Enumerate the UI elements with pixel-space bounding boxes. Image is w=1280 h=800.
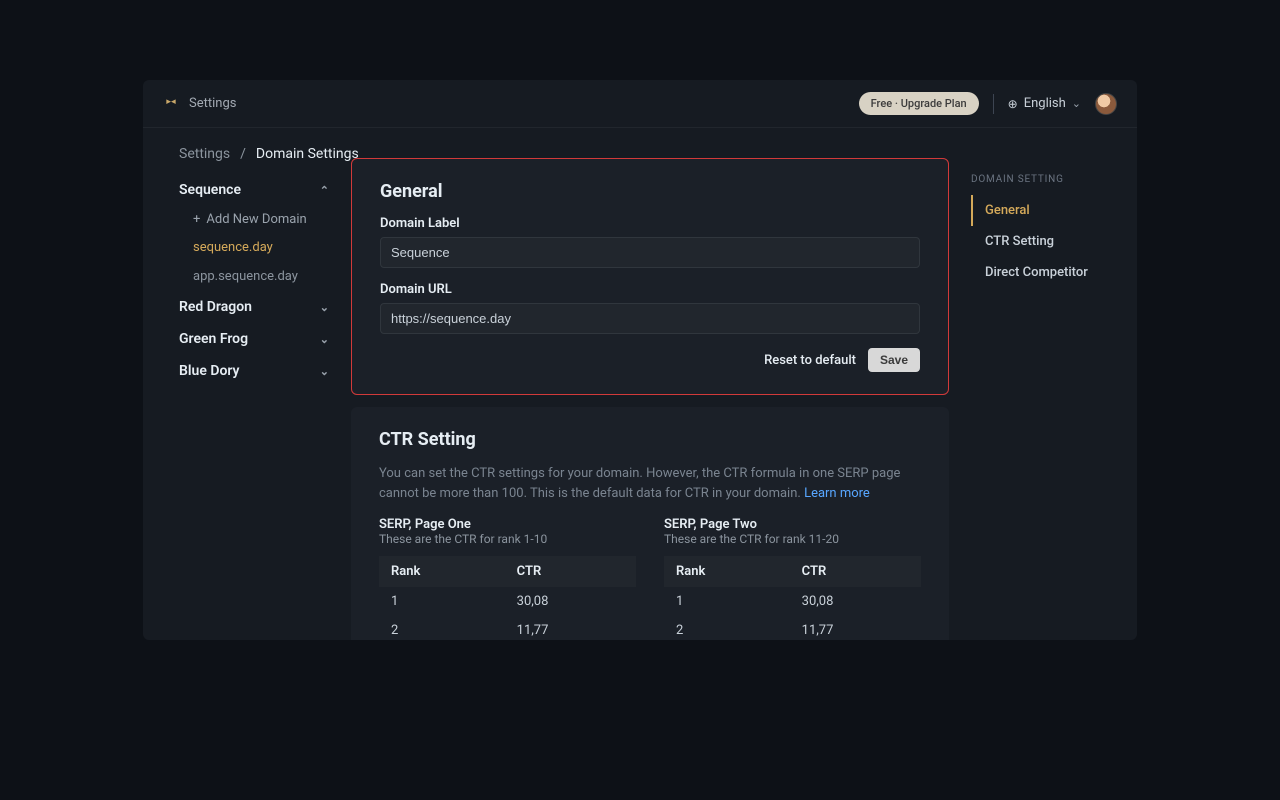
app-window: Settings Free · Upgrade Plan ⊕ English ⌄… — [143, 80, 1137, 640]
breadcrumb-separator: / — [240, 146, 246, 162]
header-right: Free · Upgrade Plan ⊕ English ⌄ — [859, 92, 1117, 115]
content: Sequence ⌃ + Add New Domain sequence.day… — [143, 128, 1137, 640]
chevron-down-icon: ⌄ — [1072, 97, 1081, 110]
table-header-rank: Rank — [664, 556, 790, 587]
header-left: Settings — [163, 96, 236, 112]
header-title: Settings — [189, 96, 236, 111]
sidebar-group-blue-dory[interactable]: Blue Dory ⌄ — [179, 355, 329, 387]
section-nav: DOMAIN SETTING General CTR Setting Direc… — [971, 146, 1101, 640]
table-header-rank: Rank — [379, 556, 505, 587]
app-logo-icon — [163, 96, 179, 112]
serp-page-one-subtitle: These are the CTR for rank 1-10 — [379, 532, 636, 546]
breadcrumb-root[interactable]: Settings — [179, 146, 230, 162]
section-nav-general[interactable]: General — [971, 195, 1101, 226]
sidebar-group-label: Green Frog — [179, 331, 248, 347]
upgrade-plan-button[interactable]: Free · Upgrade Plan — [859, 92, 979, 115]
sidebar-group-label: Sequence — [179, 182, 241, 198]
table-row: 130,08 — [379, 587, 636, 616]
table-header-ctr: CTR — [790, 556, 921, 587]
general-title: General — [380, 181, 920, 202]
ctr-panel: CTR Setting You can set the CTR settings… — [351, 407, 949, 640]
domain-label-label: Domain Label — [380, 216, 920, 231]
general-panel: General Domain Label Domain URL Reset to… — [351, 158, 949, 395]
sidebar-group-label: Red Dragon — [179, 299, 252, 315]
table-row: 130,08 — [664, 587, 921, 616]
ctr-description: You can set the CTR settings for your do… — [379, 464, 921, 503]
breadcrumb: Settings / Domain Settings — [179, 146, 359, 162]
globe-icon: ⊕ — [1008, 97, 1018, 111]
avatar[interactable] — [1095, 93, 1117, 115]
serp-page-two-subtitle: These are the CTR for rank 11-20 — [664, 532, 921, 546]
sidebar-item-sequence-day[interactable]: sequence.day — [193, 233, 329, 262]
add-new-domain-button[interactable]: + Add New Domain — [193, 206, 329, 233]
add-new-domain-label: Add New Domain — [206, 212, 306, 227]
chevron-down-icon: ⌄ — [320, 365, 329, 378]
plus-icon: + — [193, 212, 200, 227]
sidebar-group-label: Blue Dory — [179, 363, 240, 379]
main: General Domain Label Domain URL Reset to… — [351, 146, 949, 640]
domain-label-input[interactable] — [380, 237, 920, 268]
language-selector[interactable]: ⊕ English ⌄ — [1008, 96, 1081, 111]
domain-url-input[interactable] — [380, 303, 920, 334]
sidebar: Sequence ⌃ + Add New Domain sequence.day… — [179, 146, 329, 640]
header: Settings Free · Upgrade Plan ⊕ English ⌄ — [143, 80, 1137, 128]
serp-page-one: SERP, Page One These are the CTR for ran… — [379, 517, 636, 640]
serp-page-one-title: SERP, Page One — [379, 517, 636, 532]
breadcrumb-current: Domain Settings — [256, 146, 359, 162]
section-nav-label: DOMAIN SETTING — [971, 174, 1101, 185]
divider — [993, 94, 994, 114]
sidebar-group-green-frog[interactable]: Green Frog ⌄ — [179, 323, 329, 355]
language-label: English — [1024, 96, 1066, 111]
section-nav-ctr-setting[interactable]: CTR Setting — [971, 226, 1101, 257]
ctr-title: CTR Setting — [379, 429, 921, 450]
table-header-ctr: CTR — [505, 556, 636, 587]
chevron-down-icon: ⌄ — [320, 301, 329, 314]
sidebar-group-sequence[interactable]: Sequence ⌃ — [179, 174, 329, 206]
sidebar-group-red-dragon[interactable]: Red Dragon ⌄ — [179, 291, 329, 323]
domain-url-label: Domain URL — [380, 282, 920, 297]
serp-page-one-table: RankCTR 130,08 211,77 36,13 44,42 — [379, 556, 636, 640]
table-row: 211,77 — [664, 616, 921, 640]
chevron-down-icon: ⌄ — [320, 333, 329, 346]
table-row: 211,77 — [379, 616, 636, 640]
serp-page-two-table: RankCTR 130,08 211,77 36,13 44,42 — [664, 556, 921, 640]
serp-page-two-title: SERP, Page Two — [664, 517, 921, 532]
learn-more-link[interactable]: Learn more — [804, 486, 870, 501]
save-button[interactable]: Save — [868, 348, 920, 372]
chevron-up-icon: ⌃ — [320, 184, 329, 197]
serp-page-two: SERP, Page Two These are the CTR for ran… — [664, 517, 921, 640]
sidebar-item-app-sequence-day[interactable]: app.sequence.day — [193, 262, 329, 291]
section-nav-direct-competitor[interactable]: Direct Competitor — [971, 257, 1101, 288]
reset-to-default-button[interactable]: Reset to default — [764, 353, 856, 368]
